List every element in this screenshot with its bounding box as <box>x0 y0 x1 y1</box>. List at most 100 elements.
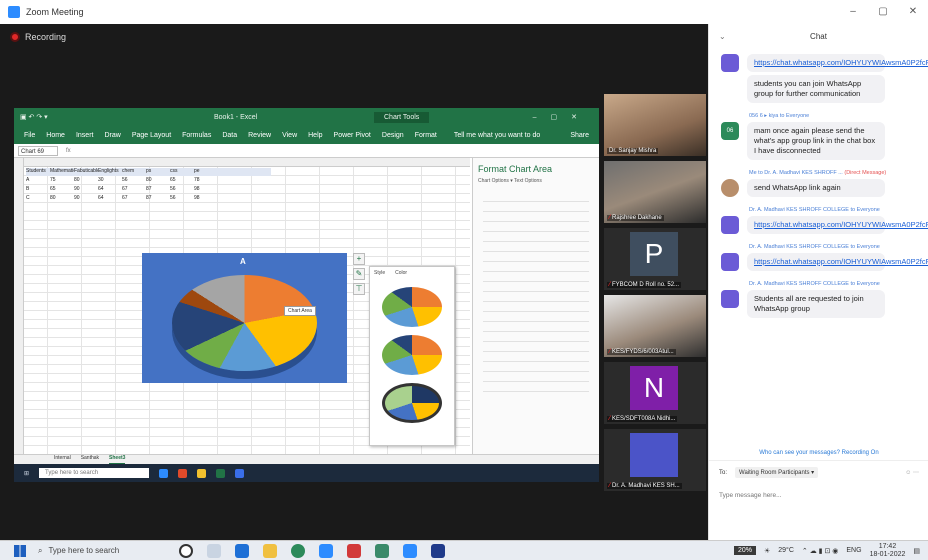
app-icon[interactable] <box>347 543 362 558</box>
table-cell[interactable]: pe <box>194 168 218 176</box>
format-pane-options[interactable]: Chart Options ▾ Text Options <box>473 176 599 186</box>
table-cell[interactable]: chem <box>122 168 146 176</box>
table-cell[interactable]: 65 <box>170 177 194 185</box>
tell-me-search[interactable]: Tell me what you want to do <box>454 132 540 139</box>
participant-tile[interactable]: ⁄ Rajshree Dakhane <box>604 161 706 223</box>
ribbon-tab[interactable]: Page Layout <box>132 132 171 139</box>
participant-tile[interactable]: ⁄ Dr. A. Madhavi KES SH... <box>604 429 706 491</box>
ribbon-tab[interactable]: Power Pivot <box>334 132 371 139</box>
format-pane-options-list[interactable] <box>483 192 589 392</box>
table-cell[interactable]: B <box>26 186 50 194</box>
chat-message-input[interactable] <box>719 492 919 499</box>
participant-tile[interactable]: Dr. Sanjay Mishra <box>604 94 706 156</box>
chat-link[interactable]: https://chat.whatsapp.com/IOHYUYWIAwsmA0… <box>747 253 928 271</box>
table-cell[interactable]: css <box>170 168 194 176</box>
windows-start-button[interactable] <box>14 544 26 557</box>
sheet-tab[interactable]: Santhak <box>81 455 99 464</box>
table-cell[interactable]: Englights <box>98 168 122 176</box>
table-cell[interactable]: 87 <box>146 186 170 194</box>
chart-style-thumbnail[interactable] <box>382 383 442 423</box>
clock[interactable]: 17:42 18-01-2022 <box>870 543 906 559</box>
ribbon-tab[interactable]: Data <box>222 132 237 139</box>
ribbon-tab[interactable]: File <box>24 132 35 139</box>
notifications-icon[interactable]: ▤ <box>913 547 920 555</box>
file-explorer-icon[interactable] <box>263 543 278 558</box>
ribbon-tab[interactable]: Design <box>382 132 404 139</box>
excel-share-button[interactable]: Share <box>570 132 589 139</box>
chat-messages[interactable]: https://chat.whatsapp.com/IOHYUYWIAwsmA0… <box>709 54 928 450</box>
table-cell[interactable]: 64 <box>98 186 122 194</box>
more-options-icon[interactable]: ☺ ⋯ <box>905 469 919 476</box>
close-button[interactable]: ✕ <box>898 0 928 24</box>
chart-style-thumbnail[interactable] <box>382 287 442 327</box>
table-cell[interactable]: ps <box>146 168 170 176</box>
ribbon-tab[interactable]: Insert <box>76 132 94 139</box>
table-cell[interactable]: 90 <box>74 186 98 194</box>
app-icon[interactable] <box>403 543 418 558</box>
chart-styles-button[interactable]: ✎ <box>353 268 365 280</box>
excel-window-controls[interactable]: –▢✕ <box>533 113 591 121</box>
chart-filters-button[interactable]: ⊤ <box>353 283 365 295</box>
table-cell[interactable]: 90 <box>74 195 98 203</box>
chart-elements-button[interactable]: + <box>353 253 365 265</box>
table-row[interactable]: Students Mathematics Fabuticable Engligh… <box>26 168 271 176</box>
tab-color[interactable]: Color <box>395 270 407 276</box>
ribbon-tab[interactable]: Draw <box>104 132 120 139</box>
table-cell[interactable]: Fabuticable <box>74 168 98 176</box>
table-cell[interactable]: 80 <box>74 177 98 185</box>
participant-tile[interactable]: P ⁄ FYBCOM D Roll no. 52... <box>604 228 706 290</box>
table-cell[interactable]: Mathematics <box>50 168 74 176</box>
app-icon[interactable] <box>235 543 250 558</box>
ribbon-tab[interactable]: Help <box>308 132 322 139</box>
excel-quick-access[interactable]: ▣ ↶ ↷ ▾ <box>20 113 48 121</box>
zoom-icon[interactable] <box>319 543 334 558</box>
name-box[interactable]: Chart 69 <box>18 145 58 156</box>
ribbon-tab[interactable]: Formulas <box>182 132 211 139</box>
participant-tile[interactable]: ⁄ KES/FYDS/6/003Atul... <box>604 295 706 357</box>
table-cell[interactable]: 64 <box>98 195 122 203</box>
chat-link[interactable]: https://chat.whatsapp.com/IOHYUYWIAwsmA0… <box>747 216 928 234</box>
table-cell[interactable]: 75 <box>50 177 74 185</box>
table-cell[interactable]: 78 <box>194 177 218 185</box>
task-view-icon[interactable] <box>207 543 222 558</box>
table-cell[interactable]: A <box>26 177 50 185</box>
ribbon-tab[interactable]: Review <box>248 132 271 139</box>
minimize-button[interactable]: – <box>838 0 868 24</box>
table-row[interactable]: B 65 90 64 67 87 56 98 <box>26 186 271 194</box>
ribbon-tab[interactable]: View <box>282 132 297 139</box>
recording-indicator[interactable]: Recording <box>10 32 66 42</box>
chart-style-thumbnail[interactable] <box>382 335 442 375</box>
pie-chart[interactable]: A Chart Area <box>142 253 347 383</box>
table-cell[interactable]: 67 <box>122 186 146 194</box>
table-cell[interactable]: 56 <box>122 177 146 185</box>
chat-link[interactable]: https://chat.whatsapp.com/IOHYUYWIAwsmA0… <box>747 54 928 72</box>
table-cell[interactable]: 80 <box>146 177 170 185</box>
table-cell[interactable]: C <box>26 195 50 203</box>
table-cell[interactable]: 65 <box>50 186 74 194</box>
language-indicator[interactable]: ENG <box>846 547 861 554</box>
sheet-tab[interactable]: Internal <box>54 455 71 464</box>
table-row[interactable]: C 80 90 64 67 87 56 98 <box>26 195 271 203</box>
app-icon[interactable] <box>375 543 390 558</box>
maximize-button[interactable]: ▢ <box>868 0 898 24</box>
taskbar-search[interactable]: ⌕ Type here to search <box>38 546 119 556</box>
table-cell[interactable]: 80 <box>50 195 74 203</box>
sheet-tab-active[interactable]: Sheet3 <box>109 455 126 464</box>
temperature[interactable]: 29°C <box>778 547 794 554</box>
table-cell[interactable]: 98 <box>194 195 218 203</box>
table-cell[interactable]: 98 <box>194 186 218 194</box>
table-cell[interactable]: Students <box>26 168 50 176</box>
table-row[interactable]: A 75 80 30 56 80 65 78 <box>26 177 271 185</box>
ribbon-tab[interactable]: Home <box>46 132 65 139</box>
tray-icons[interactable]: ⌃ ☁ ▮ ⊡ ◉ <box>802 547 838 555</box>
table-cell[interactable]: 56 <box>170 186 194 194</box>
app-icon[interactable] <box>431 543 446 558</box>
table-cell[interactable]: 30 <box>98 177 122 185</box>
pie-3d-graphic[interactable] <box>172 275 317 371</box>
battery-badge[interactable]: 20% <box>733 546 756 555</box>
table-cell[interactable]: 56 <box>170 195 194 203</box>
tab-style[interactable]: Style <box>374 270 385 276</box>
recipient-dropdown[interactable]: Waiting Room Participants ▾ <box>735 467 819 478</box>
table-cell[interactable]: 87 <box>146 195 170 203</box>
participant-tile[interactable]: N ⁄ KES/SDFT008A Nidhi... <box>604 362 706 424</box>
